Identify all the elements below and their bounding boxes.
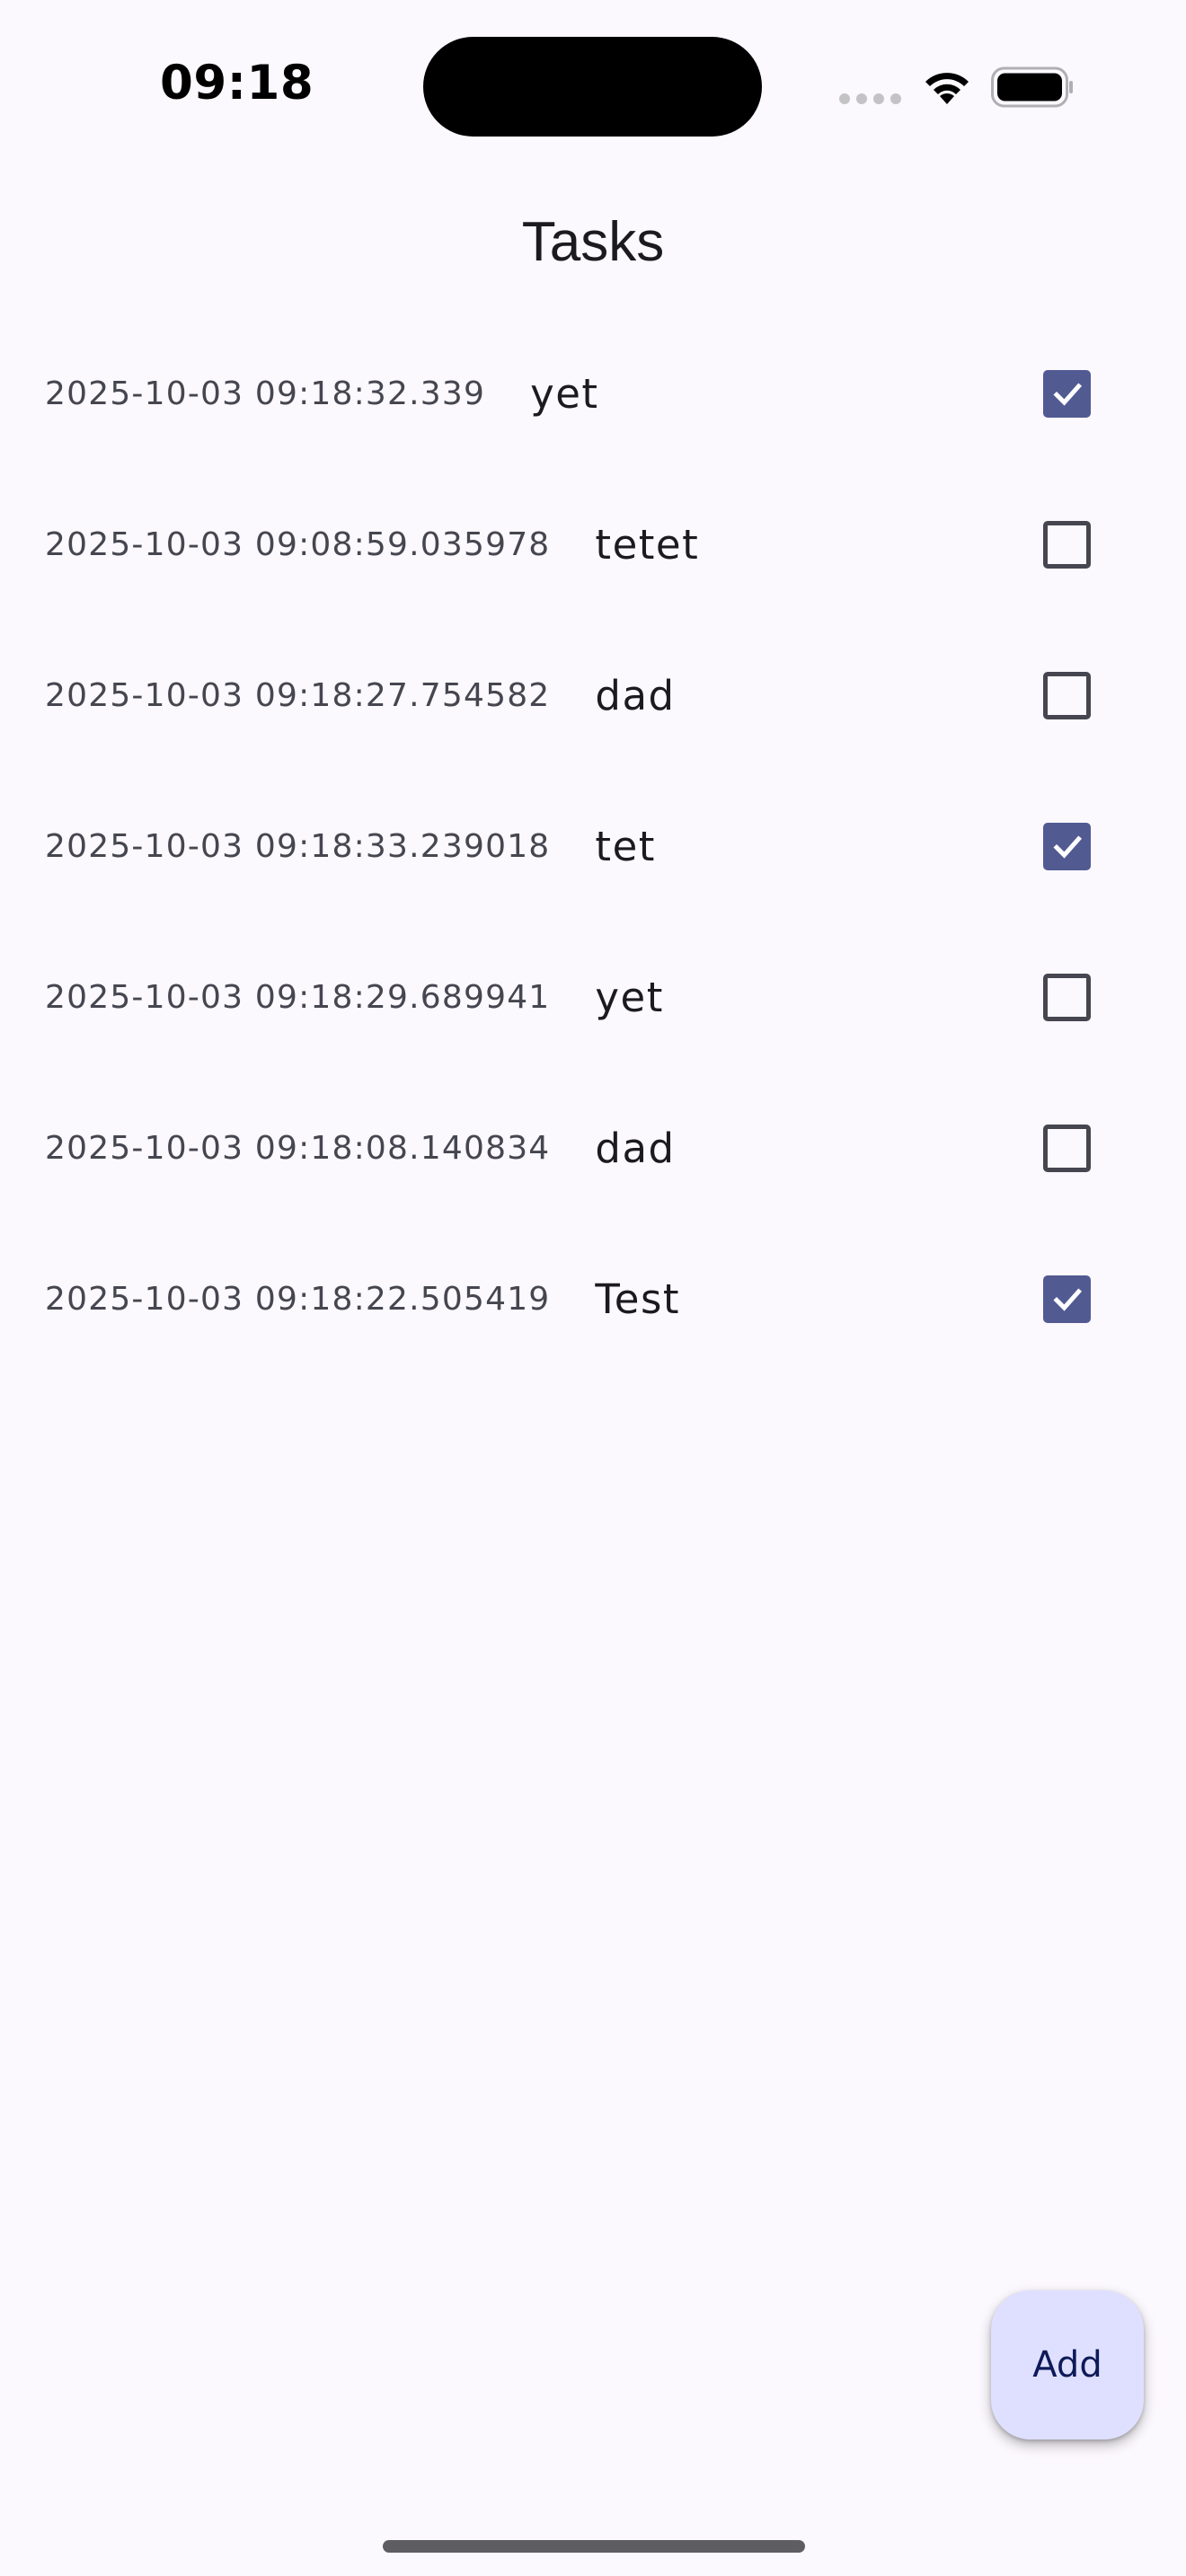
task-name: dad [595, 671, 676, 719]
task-checkbox[interactable] [1043, 1125, 1091, 1172]
task-list: 2025-10-03 09:18:32.339 yet 2025-10-03 0… [0, 318, 1186, 1374]
task-timestamp: 2025-10-03 09:18:32.339 [45, 375, 486, 412]
dynamic-island [423, 37, 762, 137]
wifi-icon [925, 73, 969, 104]
task-checkbox[interactable] [1043, 974, 1091, 1021]
checkmark-icon [1052, 834, 1082, 859]
home-indicator[interactable] [383, 2540, 805, 2553]
task-checkbox[interactable] [1043, 1275, 1091, 1323]
checkmark-icon [1052, 1287, 1082, 1311]
task-name: dad [595, 1124, 676, 1172]
task-row: 2025-10-03 09:18:29.689941 yet [0, 922, 1186, 1072]
status-bar-time: 09:18 [160, 56, 314, 110]
task-timestamp: 2025-10-03 09:18:33.239018 [45, 827, 551, 865]
task-checkbox[interactable] [1043, 370, 1091, 418]
checkmark-icon [1052, 382, 1082, 406]
task-timestamp: 2025-10-03 09:18:08.140834 [45, 1129, 551, 1167]
signal-dots-icon [839, 93, 902, 104]
task-timestamp: 2025-10-03 09:18:29.689941 [45, 978, 551, 1016]
task-row: 2025-10-03 09:18:22.505419 Test [0, 1223, 1186, 1374]
task-timestamp: 2025-10-03 09:18:22.505419 [45, 1280, 551, 1318]
task-timestamp: 2025-10-03 09:08:59.035978 [45, 525, 551, 563]
task-name: Test [595, 1275, 681, 1323]
task-name: yet [595, 973, 664, 1021]
task-row: 2025-10-03 09:18:08.140834 dad [0, 1072, 1186, 1223]
task-name: tetet [595, 520, 700, 569]
task-checkbox[interactable] [1043, 823, 1091, 870]
task-checkbox[interactable] [1043, 672, 1091, 719]
task-row: 2025-10-03 09:18:33.239018 tet [0, 771, 1186, 922]
task-timestamp: 2025-10-03 09:18:27.754582 [45, 676, 551, 714]
task-name: yet [530, 369, 599, 418]
add-button[interactable]: Add [991, 2290, 1144, 2439]
task-checkbox[interactable] [1043, 521, 1091, 569]
battery-icon [991, 66, 1073, 108]
page-title: Tasks [521, 211, 665, 273]
task-row: 2025-10-03 09:08:59.035978 tetet [0, 469, 1186, 620]
task-row: 2025-10-03 09:18:27.754582 dad [0, 620, 1186, 771]
task-name: tet [595, 822, 656, 870]
task-row: 2025-10-03 09:18:32.339 yet [0, 318, 1186, 469]
